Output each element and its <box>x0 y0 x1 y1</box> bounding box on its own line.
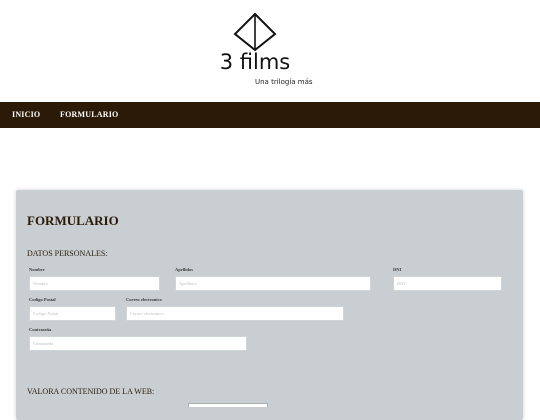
contrasena-label: Contraseña <box>29 327 52 332</box>
correo-field[interactable]: Correo electronico <box>126 306 344 321</box>
contrasena-field[interactable]: Contraseña <box>29 336 247 351</box>
codigo-postal-label: Codigo Postal <box>29 297 56 302</box>
diamond-logo-icon[interactable] <box>233 12 277 52</box>
apellidos-label: Apellidos <box>175 267 194 272</box>
apellidos-field[interactable]: Apellidos <box>175 276 371 291</box>
brand-title: 3 films <box>219 50 291 74</box>
nav-item-inicio[interactable]: INICIO <box>12 110 40 119</box>
codigo-postal-field[interactable]: Codigo Postal <box>29 306 116 321</box>
dni-field[interactable]: DNI <box>393 276 502 291</box>
form-title: FORMULARIO <box>27 213 119 228</box>
brand-subtitle: Una trilogía más <box>255 78 313 86</box>
nombre-label: Nombre <box>29 267 45 272</box>
main-nav: INICIO FORMULARIO <box>0 102 540 128</box>
personal-section-title: DATOS PERSONALES: <box>27 249 108 258</box>
rating-section-title: VALORA CONTENIDO DE LA WEB: <box>27 387 155 396</box>
nav-item-formulario[interactable]: FORMULARIO <box>60 110 118 119</box>
nombre-field[interactable]: Nombre <box>29 276 160 291</box>
form-panel: FORMULARIO DATOS PERSONALES: Nombre Nomb… <box>16 190 523 420</box>
site-header: 3 films Una trilogía más <box>0 0 540 102</box>
rating-select[interactable] <box>188 403 268 407</box>
correo-label: Correo electronico <box>126 297 162 302</box>
dni-label: DNI <box>393 267 402 272</box>
